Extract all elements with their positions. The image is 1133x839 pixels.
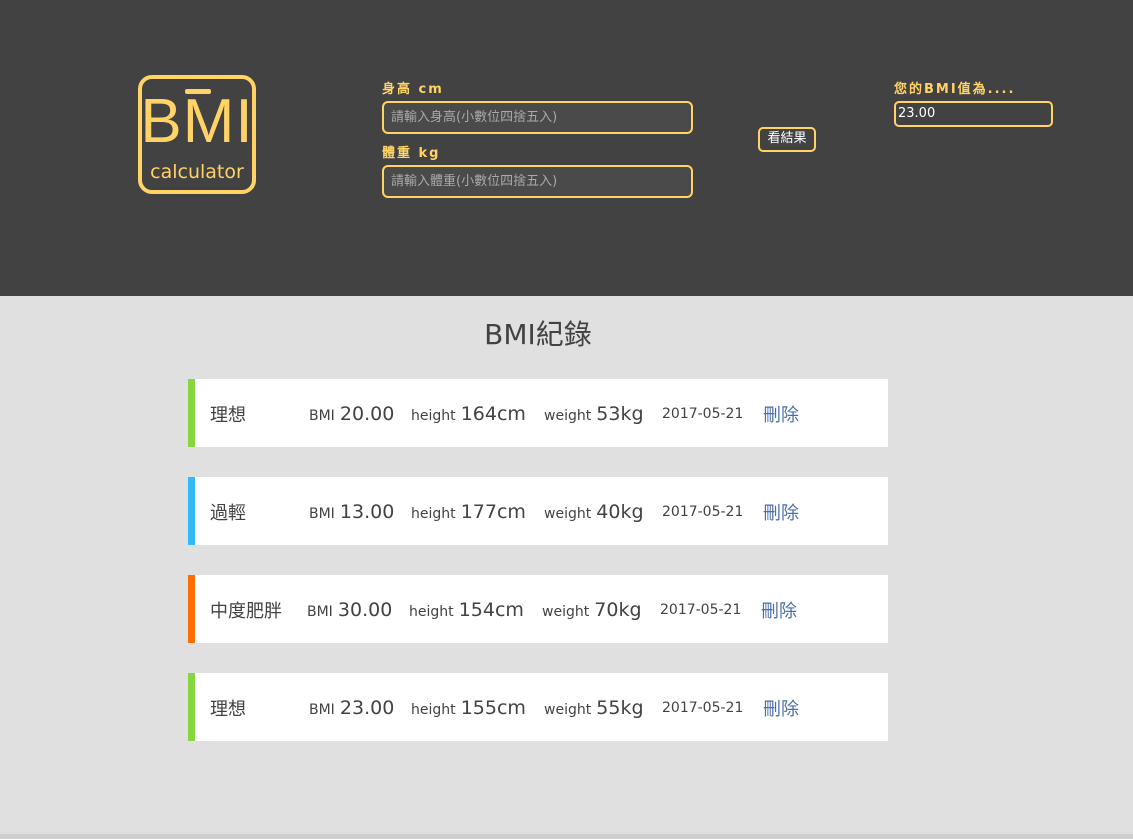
height-label: 身高 cm [382,82,444,97]
record-weight: weight 55kg [544,697,644,719]
weight-label: 體重 kg [382,146,441,161]
record-height: height 164cm [411,403,526,425]
bmi-value: 13.00 [339,501,395,523]
record-weight: weight 40kg [544,501,644,523]
status-color-bar [188,575,195,643]
bmi-result-label: 您的BMI值為.... [894,82,1016,97]
weight-key: weight [544,506,592,522]
record-status: 理想 [210,405,246,426]
bmi-key: BMI [309,702,335,718]
height-value: 177cm [460,501,526,523]
record-date: 2017-05-21 [662,504,744,520]
delete-link[interactable]: 刪除 [763,401,799,427]
weight-key: weight [544,702,592,718]
record-weight: weight 70kg [542,599,642,621]
status-color-bar [188,477,195,545]
height-value: 155cm [460,697,526,719]
records-title: BMI紀錄 [484,318,592,351]
height-value: 164cm [460,403,526,425]
logo-main-text: BMI [140,87,254,156]
status-color-bar [188,379,195,447]
delete-link[interactable]: 刪除 [763,499,799,525]
bmi-value: 30.00 [337,599,393,621]
record-status: 理想 [210,699,246,720]
record-bmi: BMI 13.00 [309,501,394,523]
weight-input[interactable] [382,165,693,198]
height-key: height [411,506,456,522]
delete-link[interactable]: 刪除 [761,597,797,623]
height-key: height [411,408,456,424]
bmi-key: BMI [309,506,335,522]
record-item: 過輕 BMI 13.00 height 177cm weight 40kg 20… [188,477,888,545]
record-date: 2017-05-21 [662,406,744,422]
record-bmi: BMI 23.00 [309,697,394,719]
record-weight: weight 53kg [544,403,644,425]
record-item: 理想 BMI 20.00 height 164cm weight 53kg 20… [188,379,888,447]
bmi-value: 20.00 [339,403,395,425]
height-key: height [409,604,454,620]
record-date: 2017-05-21 [662,700,744,716]
height-input[interactable] [382,101,693,134]
weight-value: 55kg [596,697,644,719]
delete-link[interactable]: 刪除 [763,695,799,721]
record-height: height 177cm [411,501,526,523]
bmi-calculator-logo: BMI calculator [138,75,256,194]
record-height: height 154cm [409,599,524,621]
status-color-bar [188,673,195,741]
weight-key: weight [542,604,590,620]
height-value: 154cm [458,599,524,621]
bmi-value: 23.00 [339,697,395,719]
weight-value: 53kg [596,403,644,425]
record-status: 中度肥胖 [210,601,282,622]
bmi-key: BMI [309,408,335,424]
record-height: height 155cm [411,697,526,719]
record-status: 過輕 [210,503,246,524]
record-bmi: BMI 30.00 [307,599,392,621]
height-key: height [411,702,456,718]
weight-value: 70kg [594,599,642,621]
bmi-result-value: 23.00 [894,101,1053,127]
record-date: 2017-05-21 [660,602,742,618]
bottom-divider [0,834,1133,839]
header: BMI calculator 身高 cm 體重 kg 看結果 您的BMI值為..… [0,0,1133,296]
record-bmi: BMI 20.00 [309,403,394,425]
weight-key: weight [544,408,592,424]
weight-value: 40kg [596,501,644,523]
record-item: 中度肥胖 BMI 30.00 height 154cm weight 70kg … [188,575,888,643]
see-result-button[interactable]: 看結果 [758,127,816,152]
logo-sub-text: calculator [150,161,244,183]
record-item: 理想 BMI 23.00 height 155cm weight 55kg 20… [188,673,888,741]
bmi-key: BMI [307,604,333,620]
